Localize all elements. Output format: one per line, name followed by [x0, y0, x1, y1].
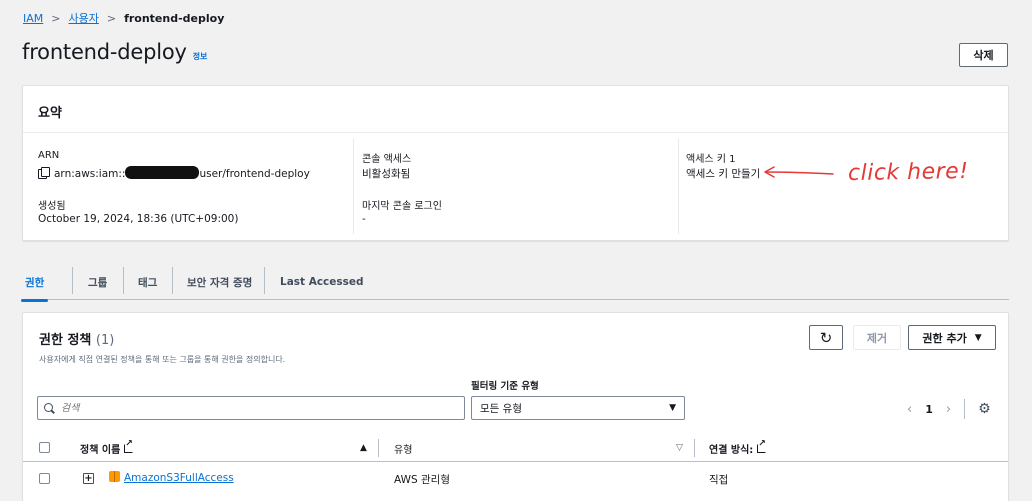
pager-divider — [964, 399, 966, 419]
delete-button[interactable]: 삭제 — [959, 43, 1008, 67]
chevron-right-icon: > — [106, 11, 117, 25]
chevron-left-icon[interactable]: ‹ — [907, 402, 912, 417]
tab-security-credentials[interactable]: 보안 자격 증명 — [187, 264, 252, 300]
column-header-type-label: 유형 — [394, 445, 413, 456]
refresh-button[interactable]: ↻ — [809, 325, 843, 350]
tab-bar: 권한 그룹 태그 보안 자격 증명 Last Accessed — [20, 264, 1009, 302]
page-number[interactable]: 1 — [925, 403, 933, 416]
summary-title: 요약 — [38, 106, 62, 121]
filter-type-label: 필터링 기준 유형 — [471, 381, 539, 392]
page-title-text: frontend-deploy — [22, 40, 187, 64]
column-divider — [678, 138, 679, 234]
summary-header: 요약 — [23, 86, 1008, 133]
column-header-policy-name[interactable]: 정책 이름 — [80, 439, 134, 456]
select-all-checkbox[interactable] — [39, 442, 50, 453]
filter-type-value: 모든 유형 — [480, 402, 522, 415]
external-link-icon — [757, 439, 767, 453]
column-header-type[interactable]: 유형 — [394, 441, 412, 456]
policy-type: AWS 관리형 — [394, 474, 450, 486]
add-permissions-label: 권한 추가 — [922, 331, 967, 345]
annotation-click-here: click here! — [847, 158, 969, 187]
add-permissions-button[interactable]: 권한 추가 ▼ — [908, 325, 996, 350]
chevron-right-icon[interactable]: › — [946, 402, 951, 417]
permission-policies-panel: 권한 정책 (1) 사용자에게 직접 연결된 정책을 통해 또는 그룹을 통해 … — [22, 312, 1009, 501]
search-icon — [44, 402, 55, 414]
table-row: + AmazonS3FullAccess AWS 관리형 직접 — [23, 464, 1008, 494]
column-header-attached-label: 연결 방식: — [709, 445, 754, 456]
column-header-attached[interactable]: 연결 방식: — [709, 439, 767, 456]
created-value: October 19, 2024, 18:36 (UTC+09:00) — [38, 213, 239, 225]
breadcrumb-iam-link[interactable]: IAM — [23, 12, 43, 25]
aws-managed-policy-icon — [109, 471, 120, 482]
redacted-account-id — [125, 166, 200, 179]
caret-down-icon: ▼ — [974, 332, 982, 343]
policies-title: 권한 정책 (1) — [39, 329, 114, 348]
tab-divider — [264, 267, 265, 294]
policies-count: (1) — [95, 333, 115, 348]
created-label: 생성됨 — [38, 201, 66, 212]
policy-name-link[interactable]: AmazonS3FullAccess — [124, 472, 234, 484]
chevron-right-icon: > — [51, 11, 61, 25]
last-login-value: - — [362, 213, 366, 225]
column-divider — [694, 439, 695, 457]
table-header: 정책 이름 ▲ 유형 ▽ 연결 방식: — [23, 434, 1008, 462]
sort-toggle-icon[interactable]: ▽ — [676, 443, 683, 453]
access-key-label: 액세스 키 1 — [686, 154, 736, 165]
gear-icon[interactable]: ⚙ — [978, 401, 991, 417]
filter-type-select[interactable]: 모든 유형 ▼ — [471, 396, 685, 420]
refresh-icon: ↻ — [819, 328, 833, 347]
caret-down-icon: ▼ — [669, 403, 676, 413]
breadcrumb-current: frontend-deploy — [124, 11, 225, 25]
sort-ascending-icon[interactable]: ▲ — [360, 443, 367, 453]
search-field[interactable] — [37, 396, 465, 420]
arn-prefix: arn:aws:iam:: — [54, 168, 126, 180]
column-header-policy-name-label: 정책 이름 — [80, 445, 121, 456]
arn-label: ARN — [38, 150, 60, 161]
info-link[interactable]: 정보 — [193, 51, 208, 62]
console-access-label: 콘솔 액세스 — [362, 154, 412, 165]
page-title: frontend-deploy 정보 — [22, 40, 207, 64]
tab-tags[interactable]: 태그 — [138, 264, 157, 300]
tab-divider — [123, 267, 124, 294]
tab-permissions[interactable]: 권한 — [20, 264, 49, 302]
pagination: ‹ 1 › ⚙ — [907, 399, 991, 419]
tab-divider — [72, 267, 73, 294]
copy-icon[interactable] — [38, 167, 50, 179]
breadcrumb-users-link[interactable]: 사용자 — [68, 10, 98, 26]
breadcrumb: IAM > 사용자 > frontend-deploy — [23, 10, 224, 26]
arn-value: arn:aws:iam:: user/frontend-deploy — [38, 166, 310, 180]
tab-last-accessed[interactable]: Last Accessed — [280, 264, 364, 300]
column-divider — [378, 439, 379, 457]
search-input[interactable] — [61, 402, 441, 414]
row-checkbox[interactable] — [39, 473, 50, 484]
console-access-value: 비활성화됨 — [362, 168, 411, 180]
column-divider — [353, 138, 354, 234]
policy-attached-via: 직접 — [709, 474, 729, 486]
tab-divider — [172, 267, 173, 294]
external-link-icon — [124, 439, 134, 453]
arn-suffix: user/frontend-deploy — [199, 168, 310, 180]
tab-groups[interactable]: 그룹 — [88, 264, 107, 300]
expand-icon[interactable]: + — [83, 473, 94, 484]
last-login-label: 마지막 콘솔 로그인 — [362, 201, 442, 212]
policies-description: 사용자에게 직접 연결된 정책을 통해 또는 그룹을 통해 권한을 정의합니다. — [39, 355, 286, 364]
create-access-key-link[interactable]: 액세스 키 만들기 — [686, 166, 760, 181]
annotation-arrow-icon — [764, 166, 834, 178]
policies-title-text: 권한 정책 — [39, 333, 92, 348]
remove-button[interactable]: 제거 — [853, 325, 901, 350]
